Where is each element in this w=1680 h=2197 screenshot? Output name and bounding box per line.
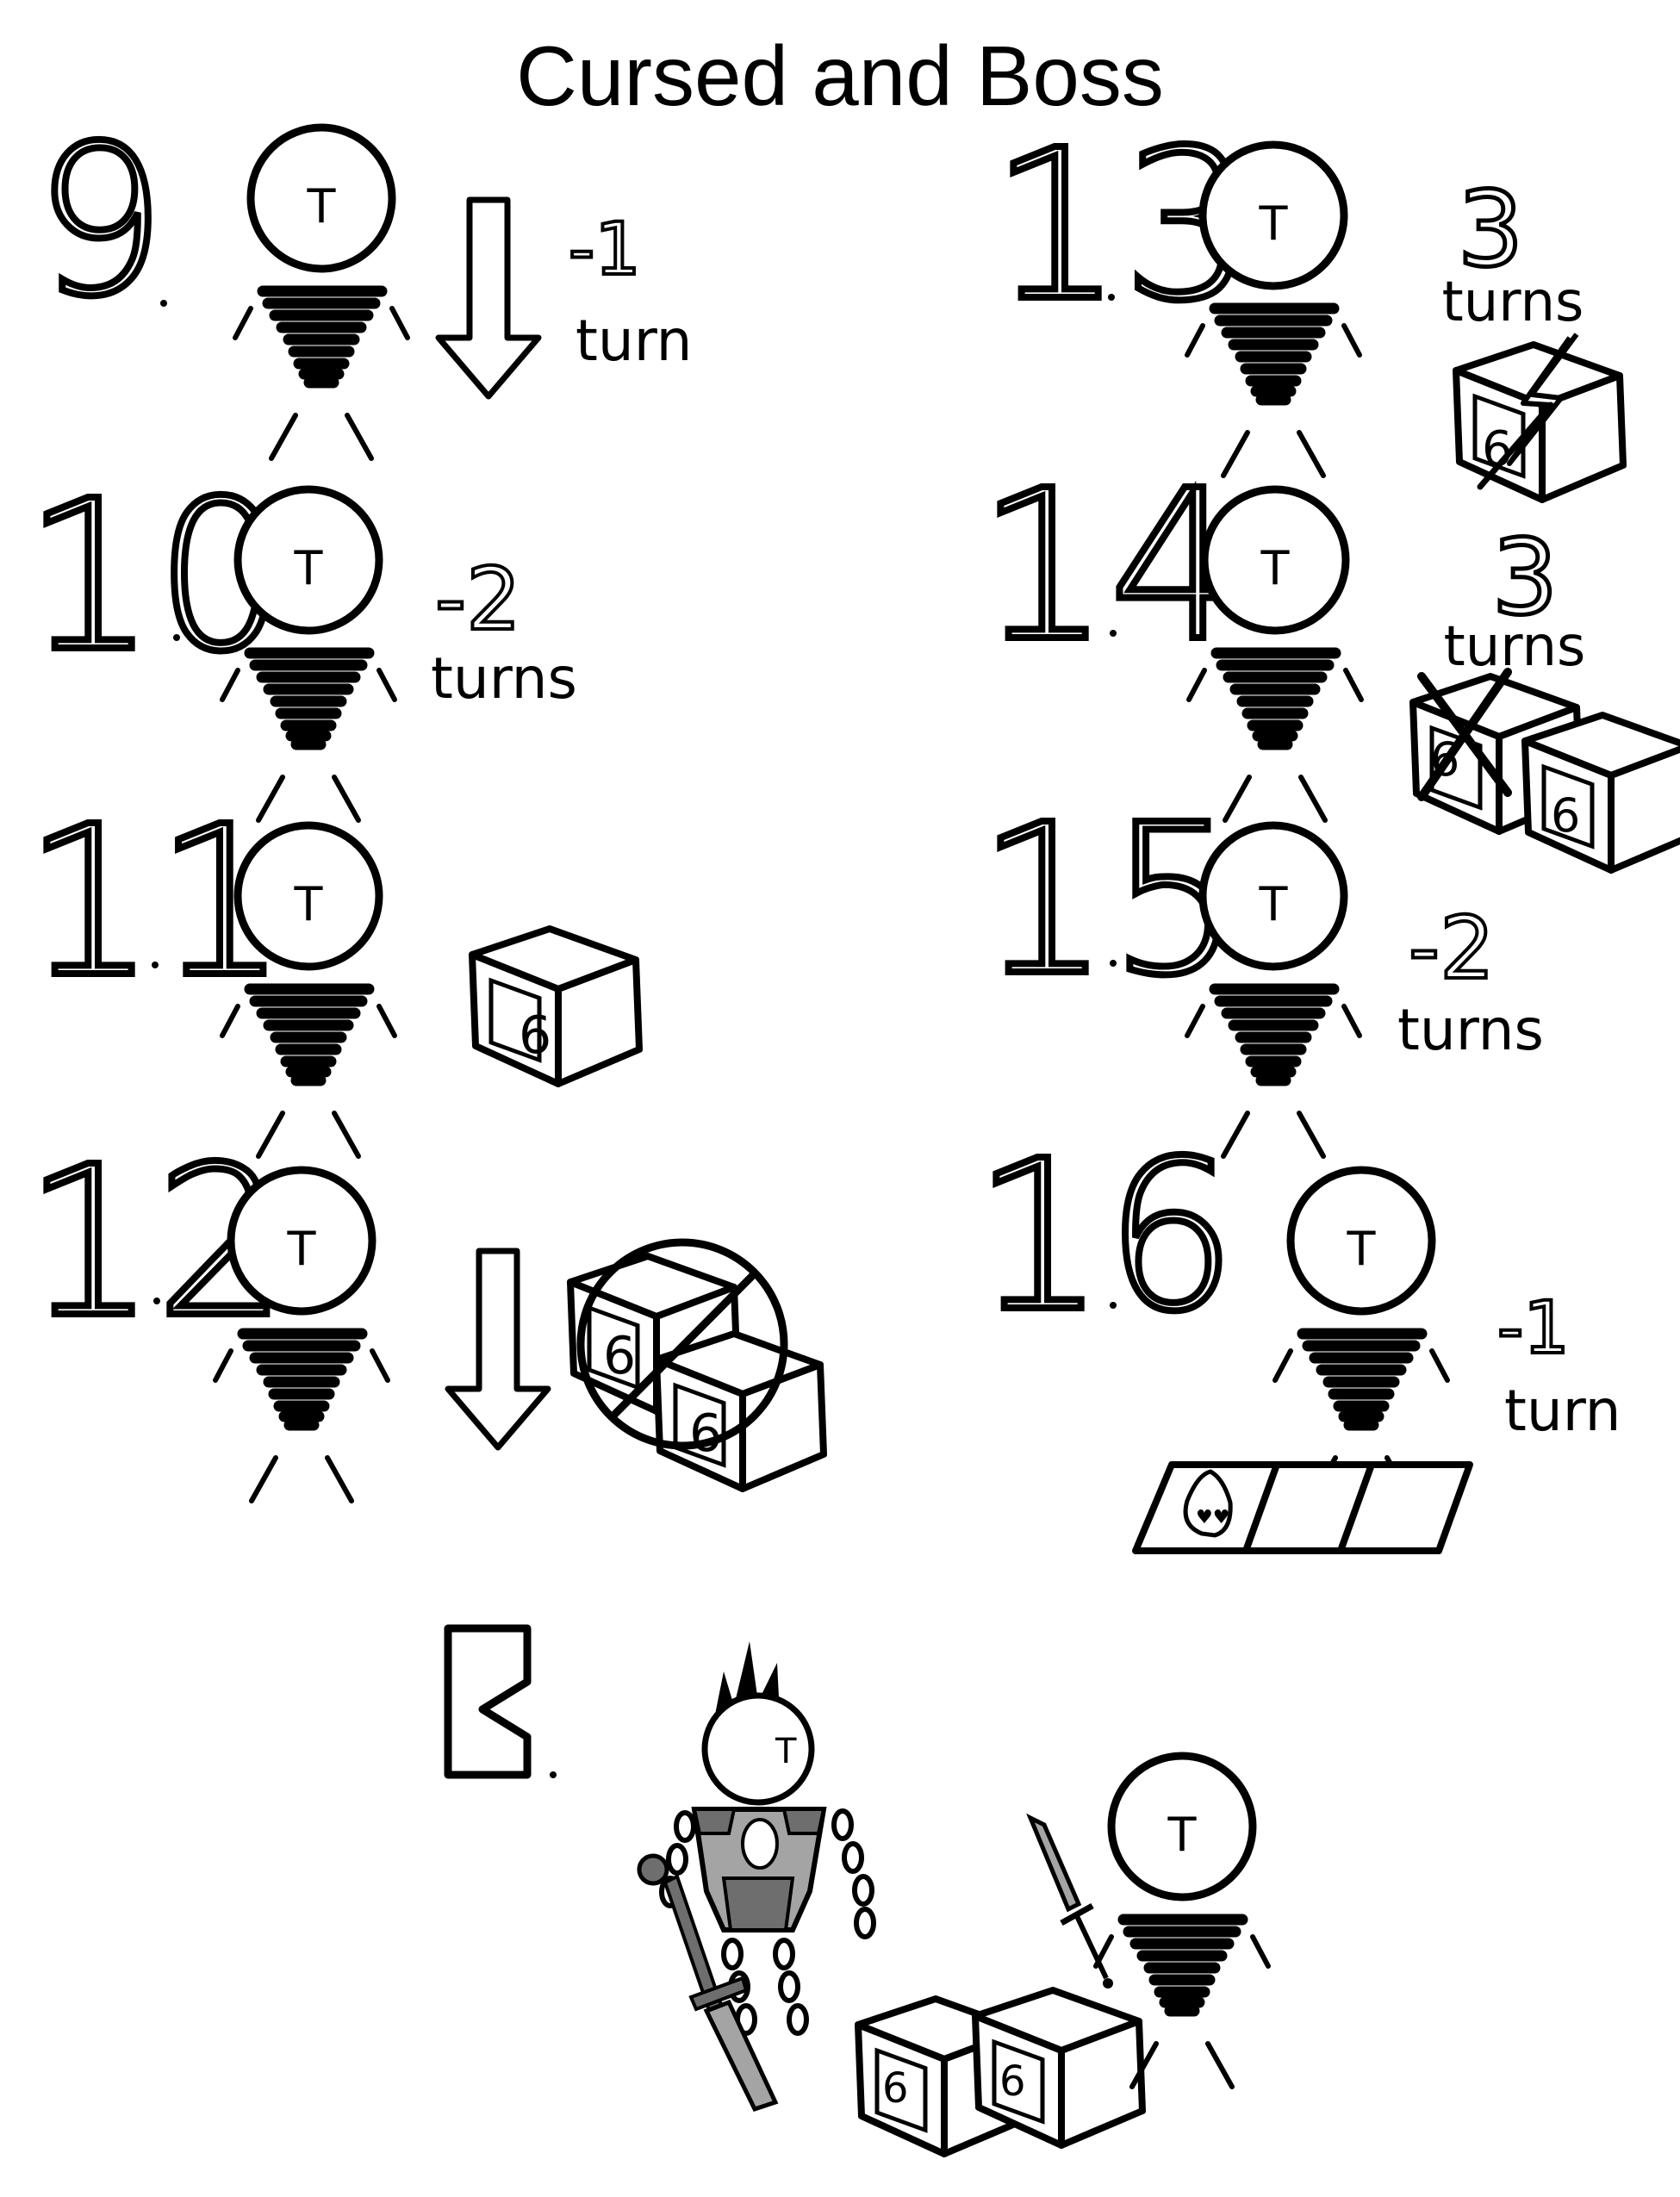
token-figure-icon bbox=[1187, 825, 1360, 1156]
die-icon bbox=[472, 929, 639, 1084]
token-letter: T bbox=[1259, 877, 1289, 931]
svg-text:♥♥: ♥♥ bbox=[1196, 1507, 1229, 1528]
card-9: 9 T -1 turn bbox=[31, 97, 693, 458]
card-10-modifier: -2 bbox=[435, 549, 521, 650]
card-10: 10 T -2 turns bbox=[21, 452, 577, 820]
token-letter: T bbox=[1260, 541, 1291, 595]
token-figure-icon bbox=[1189, 489, 1361, 820]
player-sword-icon bbox=[1026, 1813, 1113, 1989]
token-letter: T bbox=[1167, 1808, 1198, 1862]
card-15-modifier: -2 bbox=[1409, 898, 1495, 999]
card-13-unit: turns bbox=[1442, 271, 1584, 334]
die-face: 6 bbox=[689, 1403, 722, 1464]
card-9-number: 9 bbox=[34, 101, 166, 342]
arrow-down-icon bbox=[448, 1251, 548, 1447]
token-letter: T bbox=[294, 877, 324, 931]
card-9-unit: turn bbox=[576, 308, 693, 374]
board-track-icon: ♥♥ bbox=[1132, 1461, 1473, 1554]
token-figure-icon bbox=[1187, 145, 1360, 476]
card-15: 15 T -2 turns bbox=[974, 776, 1544, 1156]
die-face: 6 bbox=[1551, 788, 1580, 843]
token-figure-icon bbox=[1275, 1170, 1447, 1501]
token-figure-icon bbox=[235, 128, 408, 458]
card-14-unit: turns bbox=[1444, 615, 1586, 679]
svg-text:T: T bbox=[775, 1732, 797, 1771]
token-figure-icon bbox=[222, 489, 395, 820]
die-icon bbox=[1525, 715, 1680, 870]
card-16: 16 T -1 turn ♥♥ bbox=[970, 1112, 1621, 1554]
game-sheet: Cursed and Boss 9 T -1 turn 10 T -2 turn… bbox=[0, 0, 1680, 2197]
card-16-unit: turn bbox=[1504, 1378, 1621, 1444]
card-12: 12 T 6 6 bbox=[21, 1118, 824, 1501]
token-letter: T bbox=[307, 179, 337, 233]
card-16-modifier: -1 bbox=[1497, 1285, 1570, 1370]
die-icon bbox=[656, 1334, 824, 1489]
token-figure-icon bbox=[215, 1170, 388, 1501]
boss-number bbox=[444, 1624, 532, 1779]
token-letter: T bbox=[1347, 1222, 1377, 1276]
illustration-canvas: 9 T -1 turn 10 T -2 turns 11 T 6 12 T 6 … bbox=[21, 97, 1680, 2197]
boss-figure-icon: T bbox=[637, 1641, 876, 2113]
token-letter: T bbox=[1259, 196, 1289, 251]
arrow-down-icon bbox=[439, 200, 538, 396]
card-13: 13 T 3 turns 6 bbox=[987, 102, 1623, 500]
card-10-unit: turns bbox=[431, 645, 577, 712]
token-figure-icon bbox=[222, 825, 395, 1156]
die-face: 6 bbox=[519, 1005, 551, 1066]
card-16-number: 16 bbox=[974, 1116, 1236, 1357]
token-letter: T bbox=[294, 541, 324, 595]
card-9-modifier: -1 bbox=[569, 207, 641, 291]
card-15-unit: turns bbox=[1397, 997, 1544, 1063]
die-face: 6 bbox=[882, 2064, 909, 2113]
card-11: 11 T 6 bbox=[21, 778, 639, 1156]
die-face: 6 bbox=[999, 2057, 1026, 2106]
die-face: 6 bbox=[603, 1326, 636, 1386]
token-letter: T bbox=[287, 1222, 317, 1276]
